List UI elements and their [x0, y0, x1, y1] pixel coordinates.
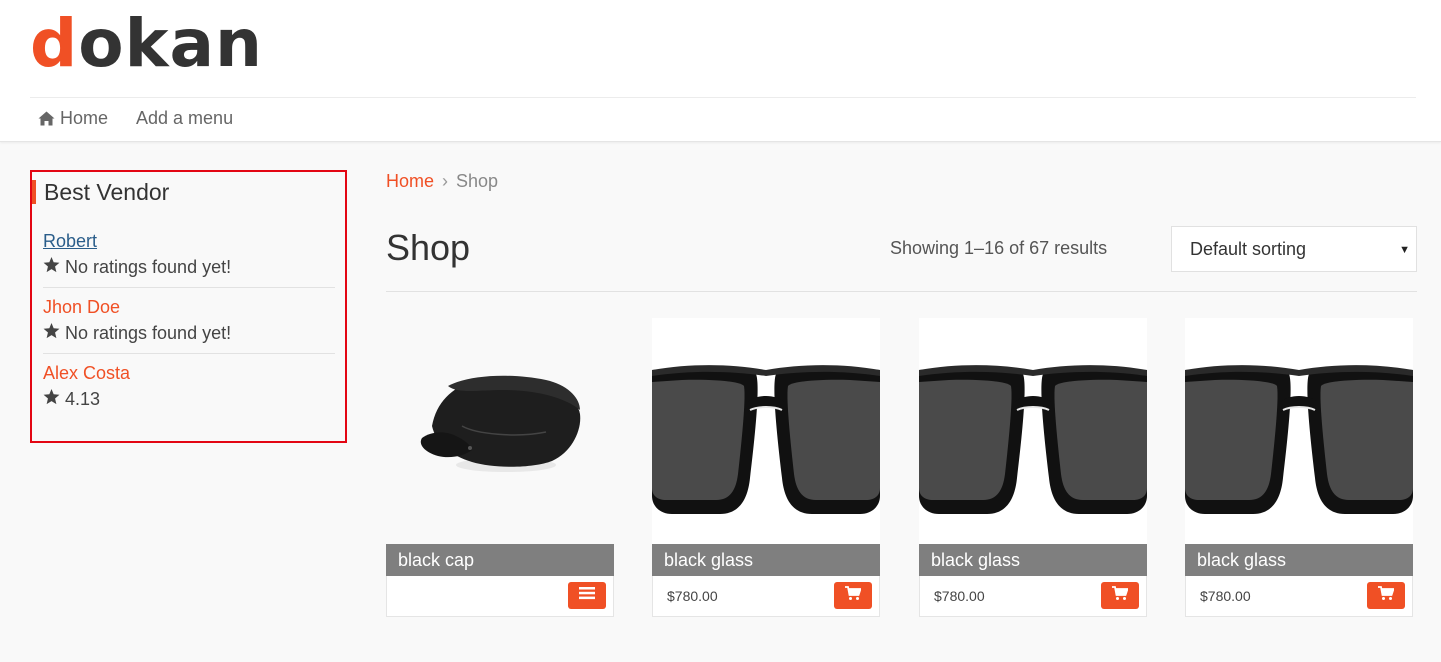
- logo-rest: okan: [78, 5, 264, 82]
- breadcrumb-separator-icon: ›: [442, 171, 449, 191]
- vendor-item: Jhon Doe No ratings found yet!: [43, 296, 335, 344]
- product-price: $780.00: [667, 588, 718, 604]
- best-vendor-widget: Best Vendor Robert No ratings found yet!…: [30, 170, 347, 443]
- nav-item-add-menu[interactable]: Add a menu: [136, 108, 233, 129]
- add-to-cart-button[interactable]: [1367, 582, 1405, 609]
- vendor-link-alex-costa[interactable]: Alex Costa: [43, 362, 130, 384]
- product-card[interactable]: black glass $780.00: [652, 318, 880, 617]
- home-icon: [38, 111, 55, 126]
- breadcrumb-current: Shop: [456, 171, 499, 191]
- result-count: Showing 1–16 of 67 results: [890, 238, 1108, 258]
- vendor-rating-text: No ratings found yet!: [65, 323, 232, 343]
- product-image[interactable]: [919, 318, 1147, 544]
- chevron-down-icon: ▼: [1399, 244, 1410, 256]
- product-title[interactable]: black cap: [386, 544, 614, 576]
- page-title: Shop: [386, 227, 471, 268]
- cart-icon: [1112, 585, 1129, 606]
- add-to-cart-button[interactable]: [1101, 582, 1139, 609]
- product-title[interactable]: black glass: [1185, 544, 1413, 576]
- nav-divider: [30, 97, 1416, 98]
- product-title[interactable]: black glass: [919, 544, 1147, 576]
- vendor-rating: No ratings found yet!: [43, 256, 335, 278]
- cap-image: [420, 375, 581, 472]
- product-image[interactable]: [386, 318, 614, 544]
- vendor-item: Robert No ratings found yet!: [43, 230, 335, 278]
- product-image[interactable]: [652, 318, 880, 544]
- vendor-rating-text: 4.13: [65, 389, 101, 409]
- product-card[interactable]: black glass $780.00: [1185, 318, 1413, 617]
- vendor-rating: 4.13: [43, 388, 335, 410]
- product-footer: $780.00: [919, 576, 1147, 617]
- product-title[interactable]: black glass: [652, 544, 880, 576]
- nav-item-add-menu-label: Add a menu: [136, 108, 234, 128]
- product-image[interactable]: [1185, 318, 1413, 544]
- site-header: dokan Home Add a menu: [0, 0, 1441, 142]
- breadcrumb-home[interactable]: Home: [386, 170, 434, 192]
- vendor-link-jhon-doe[interactable]: Jhon Doe: [43, 296, 120, 318]
- logo-first-letter: d: [30, 5, 79, 82]
- sorting-selected-value: Default sorting: [1190, 238, 1307, 259]
- product-footer: $780.00: [1185, 576, 1413, 617]
- sunglasses-image: [652, 365, 880, 514]
- star-icon: [43, 256, 60, 278]
- product-footer: $780.00: [652, 576, 880, 617]
- main-divider: [386, 291, 1417, 292]
- vendor-divider: [43, 353, 335, 354]
- sorting-select[interactable]: Default sorting ▼: [1171, 226, 1417, 272]
- sunglasses-image: [919, 365, 1147, 514]
- cart-icon: [845, 585, 862, 606]
- menu-icon: [579, 586, 595, 605]
- cart-icon: [1378, 585, 1395, 606]
- product-price: $780.00: [1200, 588, 1251, 604]
- nav-item-home[interactable]: Home: [38, 108, 108, 129]
- breadcrumb: Home › Shop: [386, 170, 498, 192]
- vendor-rating-text: No ratings found yet!: [65, 257, 232, 277]
- widget-title: Best Vendor: [32, 180, 169, 204]
- nav-item-home-label: Home: [60, 108, 109, 128]
- product-footer: [386, 576, 614, 617]
- product-card[interactable]: black glass $780.00: [919, 318, 1147, 617]
- star-icon: [43, 388, 60, 410]
- primary-nav: Home Add a menu: [38, 108, 233, 129]
- sunglasses-image: [1185, 365, 1413, 514]
- vendor-divider: [43, 287, 335, 288]
- vendor-rating: No ratings found yet!: [43, 322, 335, 344]
- vendor-item: Alex Costa 4.13: [43, 362, 335, 410]
- star-icon: [43, 322, 60, 344]
- product-details-button[interactable]: [568, 582, 606, 609]
- add-to-cart-button[interactable]: [834, 582, 872, 609]
- product-price: $780.00: [934, 588, 985, 604]
- vendor-link-robert[interactable]: Robert: [43, 230, 97, 252]
- product-card[interactable]: black cap: [386, 318, 614, 617]
- site-logo[interactable]: dokan: [30, 6, 263, 82]
